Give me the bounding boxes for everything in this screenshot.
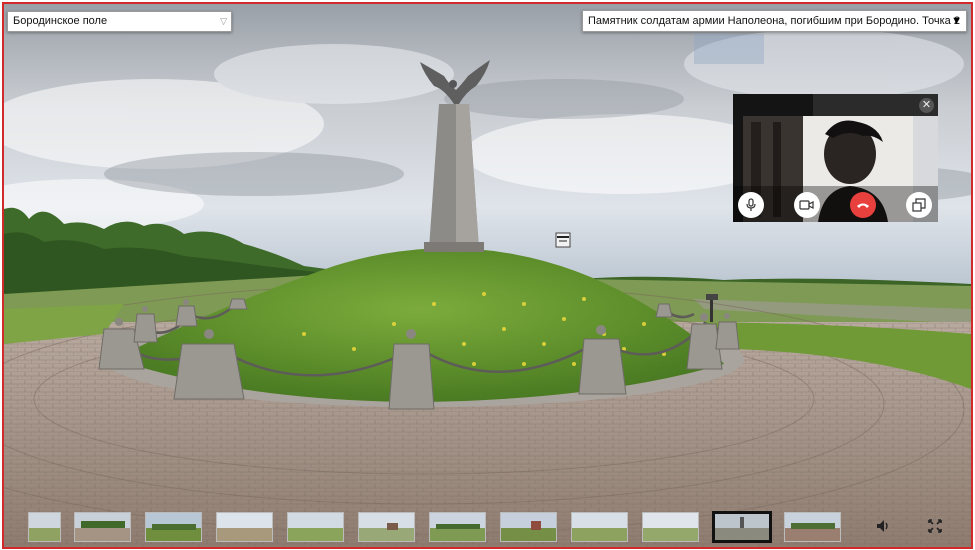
camera-button[interactable] <box>794 192 820 218</box>
place-select-label: Бородинское поле <box>13 15 108 27</box>
video-call-close-icon[interactable]: ✕ <box>919 98 934 113</box>
point-thumbnails-strip <box>4 504 971 547</box>
point-thumbnail[interactable] <box>642 512 699 542</box>
point-thumbnail[interactable] <box>145 512 202 542</box>
place-select-chevron-icon[interactable]: ▽ <box>220 12 227 31</box>
point-thumbnail[interactable] <box>287 512 344 542</box>
hangup-button[interactable] <box>850 192 876 218</box>
point-thumbnail[interactable] <box>429 512 486 542</box>
point-thumbnail[interactable] <box>784 512 841 542</box>
point-thumbnail[interactable] <box>74 512 131 542</box>
hangup-icon <box>857 203 869 208</box>
microphone-icon <box>746 198 756 211</box>
fullscreen-button[interactable] <box>926 517 944 535</box>
point-thumbnail[interactable] <box>358 512 415 542</box>
camera-icon <box>799 200 814 210</box>
video-call-window[interactable]: ✕ <box>733 94 938 222</box>
point-thumbnail[interactable] <box>500 512 557 542</box>
point-thumbnail[interactable] <box>28 512 61 542</box>
point-select[interactable]: Памятник солдатам армии Наполеона, погиб… <box>582 10 967 32</box>
hotspot-video-marker <box>555 232 571 248</box>
point-thumbnail-active[interactable] <box>712 511 772 543</box>
minimize-window-icon <box>912 198 926 212</box>
fullscreen-icon <box>928 519 942 533</box>
volume-button[interactable] <box>874 517 892 535</box>
place-select[interactable]: Бородинское поле ▽ <box>7 11 232 32</box>
minimize-window-button[interactable] <box>906 192 932 218</box>
point-select-label: Памятник солдатам армии Наполеона, погиб… <box>588 15 960 27</box>
point-thumbnail[interactable] <box>571 512 628 542</box>
point-thumbnail[interactable] <box>216 512 273 542</box>
microphone-button[interactable] <box>738 192 764 218</box>
point-select-chevron-icon[interactable]: ▼ <box>951 11 962 31</box>
panorama-view[interactable] <box>4 4 971 547</box>
volume-icon <box>877 520 888 532</box>
panorama-viewer[interactable]: Бородинское поле ▽ Памятник солдатам арм… <box>2 2 973 549</box>
